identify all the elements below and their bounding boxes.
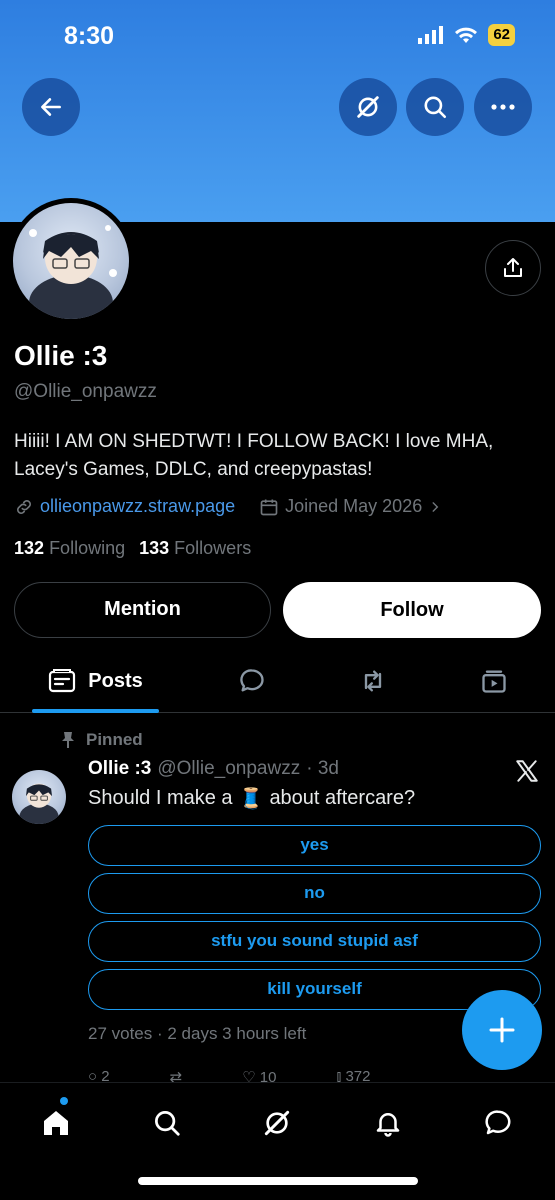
- pinned-text: Pinned: [86, 730, 143, 749]
- poll-option[interactable]: no: [88, 873, 541, 914]
- x-logo-icon: [516, 760, 538, 782]
- grok-button[interactable]: [339, 78, 397, 136]
- media-icon: [482, 670, 506, 693]
- post-actions: ○ 2 ⇄ ♡ 10 ⫾ 372: [88, 1068, 538, 1082]
- profile-joined[interactable]: Joined May 2026: [259, 496, 442, 517]
- status-bar: 8:30 62: [0, 0, 555, 70]
- tab-posts[interactable]: Posts: [32, 650, 159, 713]
- profile-handle: @Ollie_onpawzz: [14, 381, 157, 402]
- profile-website-link[interactable]: ollieonpawzz.straw.page: [40, 496, 235, 517]
- profile-bio: Hiiii! I AM ON SHEDTWT! I FOLLOW BACK! I…: [14, 431, 494, 480]
- pinned-label: Pinned: [60, 730, 143, 750]
- status-icons: 62: [418, 24, 515, 46]
- battery-indicator: 62: [488, 24, 515, 46]
- more-button[interactable]: [474, 78, 532, 136]
- post-avatar[interactable]: [12, 770, 66, 824]
- post-header: Ollie :3 @Ollie_onpawzz · 3d: [88, 758, 339, 780]
- share-button[interactable]: [485, 240, 541, 296]
- post-author-handle[interactable]: @Ollie_onpawzz: [157, 758, 300, 780]
- followers-count[interactable]: 133 Followers: [139, 538, 251, 559]
- chevron-right-icon: [432, 501, 439, 512]
- tab-media[interactable]: [464, 650, 524, 712]
- home-notification-dot: [60, 1097, 68, 1105]
- grok-icon: [264, 1110, 290, 1136]
- nav-search[interactable]: [145, 1101, 189, 1145]
- notifications-icon: [376, 1113, 400, 1137]
- follow-counts: 132 Following 133 Followers: [14, 538, 251, 559]
- profile-name: Ollie :3: [14, 340, 108, 371]
- nav-home[interactable]: [34, 1101, 78, 1145]
- like-action[interactable]: ♡ 10: [242, 1068, 276, 1082]
- profile-avatar[interactable]: [13, 203, 129, 319]
- compose-plus-icon: [489, 1017, 515, 1043]
- nav-grok[interactable]: [255, 1101, 299, 1145]
- post-text: Should I make a 🧵 about aftercare?: [88, 786, 415, 811]
- home-icon: [44, 1111, 68, 1135]
- post-text-before: Should I make a: [88, 787, 233, 809]
- profile-meta: ollieonpawzz.straw.page Joined May 2026: [14, 496, 442, 517]
- signal-icon: [418, 26, 444, 44]
- repost-icon: [364, 670, 382, 692]
- joined-label: Joined May 2026: [285, 496, 423, 516]
- poll-meta: 27 votes · 2 days 3 hours left: [88, 1024, 307, 1043]
- post-time: · 3d: [306, 758, 339, 779]
- post-author-name[interactable]: Ollie :3: [88, 758, 151, 780]
- profile-tabs: Posts: [0, 650, 555, 713]
- pin-icon: [62, 732, 74, 748]
- profile-avatar-frame: [8, 198, 134, 324]
- mention-button[interactable]: Mention: [14, 582, 271, 638]
- reply-icon: [240, 669, 264, 692]
- nav-notifications[interactable]: [366, 1101, 410, 1145]
- compose-button[interactable]: [462, 990, 542, 1070]
- tab-reposts[interactable]: [343, 650, 403, 712]
- home-indicator: [138, 1177, 418, 1185]
- wifi-icon: [455, 27, 478, 43]
- back-button[interactable]: [22, 78, 80, 136]
- more-icon: [491, 104, 515, 110]
- status-time: 8:30: [64, 22, 115, 50]
- post-avatar-illustration: [19, 783, 59, 824]
- views-action[interactable]: ⫾ 372: [336, 1068, 370, 1082]
- nav-messages[interactable]: [476, 1101, 520, 1145]
- avatar-illustration: [29, 225, 117, 319]
- following-count[interactable]: 132 Following: [14, 538, 125, 559]
- repost-action[interactable]: ⇄: [170, 1068, 183, 1082]
- reply-action[interactable]: ○ 2: [88, 1068, 110, 1082]
- calendar-icon: [260, 499, 278, 515]
- poll-option[interactable]: yes: [88, 825, 541, 866]
- messages-icon: [485, 1110, 511, 1135]
- follow-button[interactable]: Follow: [283, 582, 541, 638]
- posts-icon: [49, 669, 76, 693]
- post-text-after: about aftercare?: [269, 787, 416, 809]
- search-icon: [424, 96, 447, 119]
- share-icon: [504, 258, 522, 277]
- back-arrow-icon: [41, 98, 61, 116]
- search-button[interactable]: [406, 78, 464, 136]
- grok-icon: [357, 96, 379, 118]
- search-icon: [155, 1111, 180, 1136]
- tab-replies[interactable]: [222, 650, 282, 712]
- poll-option[interactable]: stfu you sound stupid asf: [88, 921, 541, 962]
- tab-posts-label: Posts: [88, 669, 143, 692]
- thread-emoji: 🧵: [238, 788, 264, 810]
- link-icon: [17, 499, 31, 514]
